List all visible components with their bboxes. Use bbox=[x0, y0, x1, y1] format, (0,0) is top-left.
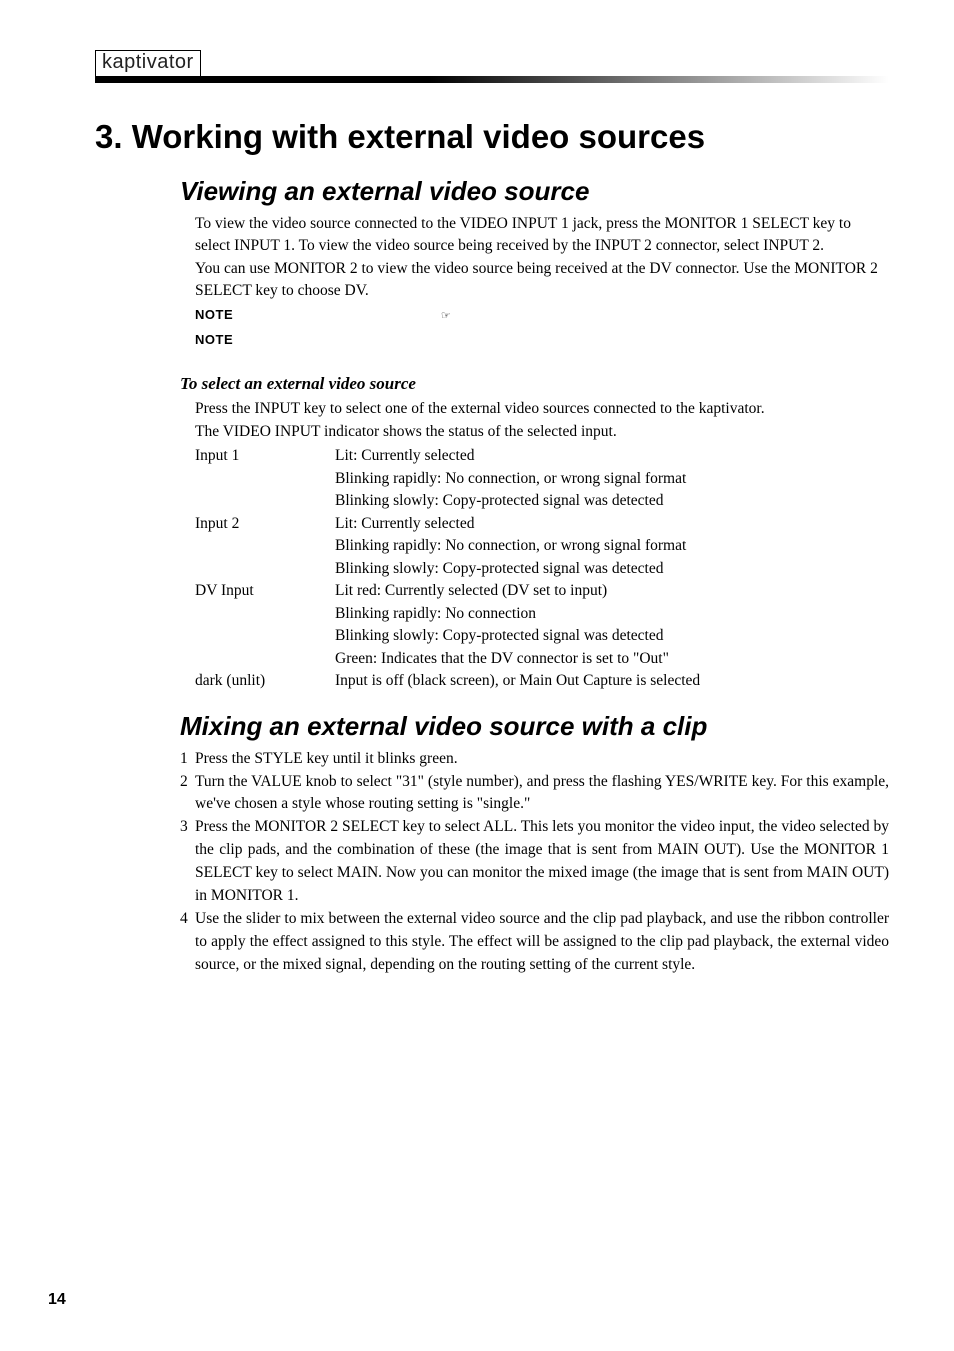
table-row: Green: Indicates that the DV connector i… bbox=[195, 648, 889, 670]
row-value: Input is off (black screen), or Main Out… bbox=[335, 670, 889, 692]
note-label: NOTE bbox=[195, 307, 233, 322]
note-label: NOTE bbox=[195, 332, 233, 347]
row-label: Input 1 bbox=[195, 445, 335, 467]
row-value: Lit: Currently selected bbox=[335, 513, 889, 535]
note-1: NOTE ☞ bbox=[195, 303, 889, 328]
row-label bbox=[195, 603, 335, 625]
table-row: Blinking slowly: Copy-protected signal w… bbox=[195, 490, 889, 512]
table-row: dark (unlit)Input is off (black screen),… bbox=[195, 670, 889, 692]
row-label bbox=[195, 625, 335, 647]
row-label bbox=[195, 558, 335, 580]
item-number: 3 bbox=[180, 816, 195, 908]
item-text: Use the slider to mix between the extern… bbox=[195, 908, 889, 977]
table-row: DV InputLit red: Currently selected (DV … bbox=[195, 580, 889, 602]
item-text: Press the STYLE key until it blinks gree… bbox=[195, 748, 889, 771]
mixing-heading: Mixing an external video source with a c… bbox=[180, 711, 889, 742]
row-value: Blinking slowly: Copy-protected signal w… bbox=[335, 490, 889, 512]
viewing-body: To view the video source connected to th… bbox=[195, 213, 889, 352]
row-label bbox=[195, 468, 335, 490]
note-2: NOTE bbox=[195, 328, 889, 353]
table-row: Blinking slowly: Copy-protected signal w… bbox=[195, 625, 889, 647]
row-value: Lit: Currently selected bbox=[335, 445, 889, 467]
list-item: 2Turn the VALUE knob to select "31" (sty… bbox=[180, 771, 889, 817]
item-text: Turn the VALUE knob to select "31" (styl… bbox=[195, 771, 889, 817]
pointer-icon: ☞ bbox=[441, 310, 451, 322]
table-row: Input 1Lit: Currently selected bbox=[195, 445, 889, 467]
header-rule bbox=[95, 76, 889, 83]
page-header: kaptivator bbox=[95, 50, 889, 83]
viewing-p2: You can use MONITOR 2 to view the video … bbox=[195, 258, 889, 303]
status-table: Input 1Lit: Currently selected Blinking … bbox=[195, 445, 889, 692]
row-value: Blinking rapidly: No connection, or wron… bbox=[335, 468, 889, 490]
item-number: 4 bbox=[180, 908, 195, 977]
row-label bbox=[195, 648, 335, 670]
row-label bbox=[195, 490, 335, 512]
row-value: Blinking rapidly: No connection, or wron… bbox=[335, 535, 889, 557]
section-title: 3. Working with external video sources bbox=[95, 118, 889, 156]
select-p2: The VIDEO INPUT indicator shows the stat… bbox=[195, 421, 889, 443]
item-number: 2 bbox=[180, 771, 195, 817]
list-item: 4Use the slider to mix between the exter… bbox=[180, 908, 889, 977]
row-value: Lit red: Currently selected (DV set to i… bbox=[335, 580, 889, 602]
item-text: Press the MONITOR 2 SELECT key to select… bbox=[195, 816, 889, 908]
item-number: 1 bbox=[180, 748, 195, 771]
row-label: dark (unlit) bbox=[195, 670, 335, 692]
table-row: Input 2Lit: Currently selected bbox=[195, 513, 889, 535]
row-value: Blinking slowly: Copy-protected signal w… bbox=[335, 558, 889, 580]
select-heading: To select an external video source bbox=[180, 374, 889, 394]
row-value: Green: Indicates that the DV connector i… bbox=[335, 648, 889, 670]
row-label bbox=[195, 535, 335, 557]
mixing-list: 1Press the STYLE key until it blinks gre… bbox=[180, 748, 889, 977]
row-value: Blinking slowly: Copy-protected signal w… bbox=[335, 625, 889, 647]
row-label: Input 2 bbox=[195, 513, 335, 535]
table-row: Blinking rapidly: No connection, or wron… bbox=[195, 468, 889, 490]
logo: kaptivator bbox=[95, 50, 201, 77]
list-item: 1Press the STYLE key until it blinks gre… bbox=[180, 748, 889, 771]
table-row: Blinking rapidly: No connection bbox=[195, 603, 889, 625]
row-label: DV Input bbox=[195, 580, 335, 602]
viewing-p1: To view the video source connected to th… bbox=[195, 213, 889, 258]
viewing-heading: Viewing an external video source bbox=[180, 176, 889, 207]
table-row: Blinking slowly: Copy-protected signal w… bbox=[195, 558, 889, 580]
select-body: Press the INPUT key to select one of the… bbox=[195, 398, 889, 692]
list-item: 3Press the MONITOR 2 SELECT key to selec… bbox=[180, 816, 889, 908]
select-p1: Press the INPUT key to select one of the… bbox=[195, 398, 889, 420]
row-value: Blinking rapidly: No connection bbox=[335, 603, 889, 625]
page-number: 14 bbox=[48, 1291, 66, 1309]
table-row: Blinking rapidly: No connection, or wron… bbox=[195, 535, 889, 557]
